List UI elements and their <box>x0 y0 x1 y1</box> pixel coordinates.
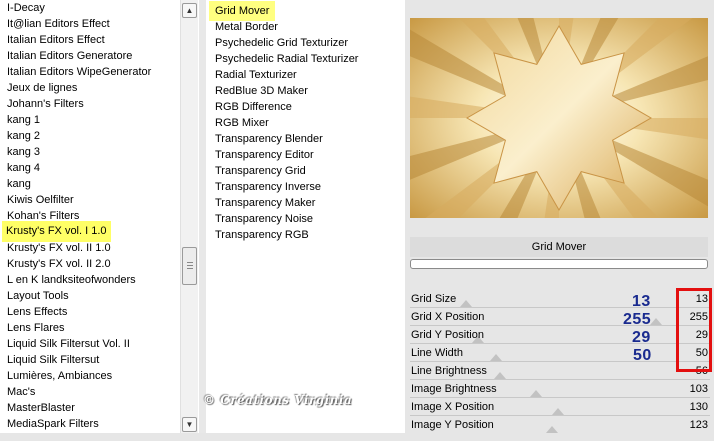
param-slider-row[interactable]: Grid Size 13 <box>410 290 710 308</box>
category-item[interactable]: Johann's Filters <box>7 96 84 112</box>
preview-star <box>466 25 652 211</box>
param-slider-handle[interactable] <box>530 390 542 397</box>
filter-item[interactable]: Transparency Editor <box>215 147 314 163</box>
param-value[interactable]: 123 <box>690 417 708 433</box>
filter-item[interactable]: Transparency Noise <box>215 211 313 227</box>
filter-item[interactable]: Metal Border <box>215 19 278 35</box>
param-slider-row[interactable]: Line Width 50 <box>410 344 710 362</box>
param-label: Image Brightness <box>411 383 497 395</box>
panel-divider <box>199 0 206 441</box>
category-item[interactable]: Lens Flares <box>7 320 64 336</box>
param-value[interactable]: 103 <box>690 381 708 397</box>
watermark-text: © Créations Virginia <box>203 393 353 407</box>
param-label: Line Width <box>411 347 463 359</box>
category-item[interactable]: Liquid Silk Filtersut Vol. II <box>7 336 130 352</box>
scroll-thumb[interactable] <box>182 247 197 285</box>
category-item[interactable]: Lens Effects <box>7 304 67 320</box>
param-label: Line Brightness <box>411 365 487 377</box>
param-slider-handle[interactable] <box>490 354 502 361</box>
param-slider-row[interactable]: Image X Position 130 <box>410 398 710 416</box>
category-item[interactable]: kang 1 <box>7 112 40 128</box>
filter-list[interactable]: Grid Mover Metal Border Psychedelic Grid T… <box>206 0 403 441</box>
param-label: Grid X Position <box>411 311 485 323</box>
filter-item[interactable]: RGB Difference <box>215 99 292 115</box>
param-slider-row[interactable]: Image Brightness 103 <box>410 380 710 398</box>
category-item[interactable]: kang 3 <box>7 144 40 160</box>
param-value[interactable]: 130 <box>690 399 708 415</box>
progress-bar <box>410 259 708 269</box>
category-list[interactable]: I-Decay It@lian Editors Effect Italian Edi… <box>0 0 180 441</box>
category-item[interactable]: kang 2 <box>7 128 40 144</box>
param-slider-handle[interactable] <box>460 300 472 307</box>
grip-icon <box>187 262 193 263</box>
param-slider-row[interactable]: Grid X Position 255 <box>410 308 710 326</box>
category-item[interactable]: Italian Editors Effect <box>7 32 105 48</box>
filter-item[interactable]: Radial Texturizer <box>215 67 297 83</box>
category-item-selected[interactable]: Krusty's FX vol. I 1.0 <box>2 221 111 242</box>
param-label: Image X Position <box>411 401 495 413</box>
category-item[interactable]: It@lian Editors Effect <box>7 16 110 32</box>
param-slider-row[interactable]: Grid Y Position 29 <box>410 326 710 344</box>
filter-item[interactable]: RedBlue 3D Maker <box>215 83 308 99</box>
param-label: Image Y Position <box>411 419 494 431</box>
param-slider-row[interactable]: Image Y Position 123 <box>410 416 710 434</box>
category-item[interactable]: Liquid Silk Filtersut <box>7 352 99 368</box>
filter-item[interactable]: Transparency Blender <box>215 131 323 147</box>
category-item[interactable]: I-Decay <box>7 0 45 16</box>
param-annotation-value: 13 <box>632 293 651 310</box>
category-item[interactable]: kang 4 <box>7 160 40 176</box>
filter-title: Grid Mover <box>410 237 708 257</box>
category-item[interactable]: MediaSpark Filters <box>7 416 99 432</box>
category-item[interactable]: Kiwis Oelfilter <box>7 192 74 208</box>
category-item[interactable]: Lumières, Ambiances <box>7 368 112 384</box>
category-item[interactable]: Krusty's FX vol. II 1.0 <box>7 240 111 256</box>
category-item[interactable]: MasterBlaster <box>7 400 75 416</box>
param-slider-handle[interactable] <box>546 426 558 433</box>
category-item[interactable]: L en K landksiteofwonders <box>7 272 136 288</box>
param-slider-row[interactable]: Line Brightness 56 <box>410 362 710 380</box>
filter-item[interactable]: Transparency Inverse <box>215 179 321 195</box>
preview-image <box>410 18 708 218</box>
chevron-up-icon: ▲ <box>185 6 194 15</box>
category-item[interactable]: Italian Editors Generatore <box>7 48 132 64</box>
filter-item[interactable]: Psychedelic Radial Texturizer <box>215 51 358 67</box>
filter-item-selected[interactable]: Grid Mover <box>209 1 276 21</box>
param-slider-handle[interactable] <box>552 408 564 415</box>
scroll-down-button[interactable]: ▼ <box>182 417 197 432</box>
param-slider-handle[interactable] <box>650 318 662 325</box>
param-slider-handle[interactable] <box>494 372 506 379</box>
filter-item[interactable]: Transparency Maker <box>215 195 315 211</box>
category-item[interactable]: Italian Editors WipeGenerator <box>7 64 151 80</box>
param-annotation-value: 50 <box>633 347 652 364</box>
param-annotation-value: 255 <box>623 311 652 328</box>
filter-item[interactable]: RGB Mixer <box>215 115 269 131</box>
filter-item[interactable]: Psychedelic Grid Texturizer <box>215 35 348 51</box>
category-item[interactable]: Jeux de lignes <box>7 80 77 96</box>
param-label: Grid Size <box>411 293 457 305</box>
annotation-highlight-box <box>676 288 712 372</box>
category-item[interactable]: Mac's <box>7 384 35 400</box>
chevron-down-icon: ▼ <box>185 420 194 429</box>
param-label: Grid Y Position <box>411 329 484 341</box>
param-annotation-value: 29 <box>632 329 651 346</box>
category-item[interactable]: Layout Tools <box>7 288 69 304</box>
category-item[interactable]: Krusty's FX vol. II 2.0 <box>7 256 111 272</box>
filter-item[interactable]: Transparency Grid <box>215 163 306 179</box>
category-item[interactable]: kang <box>7 176 31 192</box>
filter-item[interactable]: Transparency RGB <box>215 227 309 243</box>
filter-settings-panel: Grid Mover Grid Size 13 Grid X Position 255… <box>405 0 714 441</box>
preview-starburst <box>410 18 708 218</box>
scroll-up-button[interactable]: ▲ <box>182 3 197 18</box>
category-scrollbar[interactable]: ▲ ▼ <box>180 0 198 441</box>
bottom-scrollbar-strip <box>0 433 714 441</box>
